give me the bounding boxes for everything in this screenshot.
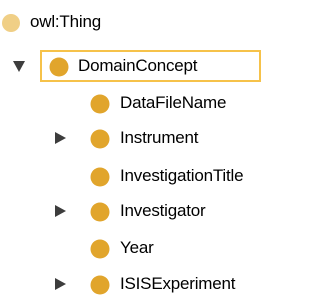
expand-triangle-icon[interactable]	[53, 277, 67, 291]
class-hierarchy-tree: owl:Thing DomainConcept DataFileName Ins…	[0, 0, 281, 306]
tree-node-label: ISISExperiment	[120, 274, 236, 293]
tree-node-label: Investigator	[120, 201, 206, 220]
tree-node-datafilename[interactable]: DataFileName	[0, 89, 281, 117]
class-bullet-icon	[89, 166, 111, 188]
tree-node-label: Instrument	[120, 128, 199, 147]
tree-node-investigator[interactable]: Investigator	[0, 197, 281, 225]
class-bullet-icon	[89, 128, 111, 150]
tree-node-owl-thing[interactable]: owl:Thing	[0, 8, 281, 36]
expand-triangle-icon[interactable]	[53, 204, 67, 218]
tree-node-domainconcept[interactable]: DomainConcept	[0, 50, 281, 82]
tree-node-isisexperiment[interactable]: ISISExperiment	[0, 270, 281, 298]
collapse-triangle-icon[interactable]	[12, 59, 26, 73]
tree-node-investigationtitle[interactable]: InvestigationTitle	[0, 162, 281, 190]
tree-node-label: Year	[120, 238, 154, 257]
root-class-bullet-icon	[0, 12, 22, 34]
class-bullet-icon	[89, 93, 111, 115]
class-bullet-icon	[89, 238, 111, 260]
class-bullet-icon	[89, 201, 111, 223]
expand-triangle-icon[interactable]	[53, 131, 67, 145]
tree-node-label: DataFileName	[120, 93, 227, 112]
tree-node-instrument[interactable]: Instrument	[0, 124, 281, 152]
tree-node-year[interactable]: Year	[0, 234, 281, 262]
tree-node-label: DomainConcept	[78, 56, 198, 75]
tree-node-label: owl:Thing	[30, 12, 101, 31]
class-bullet-icon	[89, 274, 111, 296]
class-bullet-icon	[48, 56, 70, 78]
tree-node-label: InvestigationTitle	[120, 166, 244, 185]
